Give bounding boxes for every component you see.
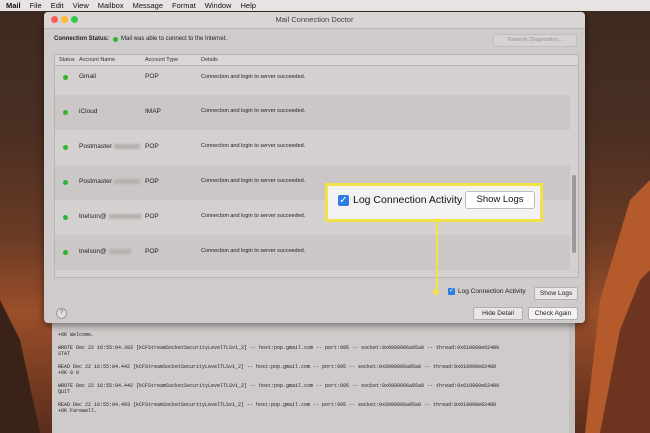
window-title: Mail Connection Doctor (275, 15, 354, 24)
log-line: WROTE Dec 22 16:55:04.393 [kCFStreamSock… (58, 345, 500, 351)
log-line: WROTE Dec 22 16:55:04.442 [kCFStreamSock… (58, 383, 500, 389)
status-ok-icon (63, 110, 68, 115)
table-scrollbar[interactable] (572, 175, 576, 253)
log-connection-activity-label: Log Connection Activity (458, 288, 526, 295)
callout-leader-dot (433, 289, 439, 295)
status-ok-icon (63, 215, 68, 220)
title-bar: Mail Connection Doctor (44, 12, 585, 29)
redacted-text (108, 248, 131, 254)
menu-view[interactable]: View (73, 1, 89, 10)
check-again-button[interactable]: Check Again (528, 307, 578, 320)
connection-doctor-window: Mail Connection Doctor Connection Status… (44, 12, 585, 323)
account-type: POP (145, 73, 159, 80)
account-name: tnelson@ (79, 213, 141, 220)
log-line: READ Dec 22 16:55:04.442 [kCFStreamSocke… (58, 364, 497, 370)
account-name: iCloud (79, 108, 98, 115)
column-account-name[interactable]: Account Name (79, 57, 115, 63)
column-details[interactable]: Details (201, 57, 218, 63)
account-type: IMAP (145, 108, 161, 115)
callout-leader-line (436, 218, 438, 291)
log-line: +OK Welcome. (58, 332, 95, 338)
column-status[interactable]: Status (59, 57, 75, 63)
redacted-text (113, 178, 140, 184)
log-connection-activity-checkbox[interactable]: ✓ Log Connection Activity (448, 288, 526, 295)
redacted-text (113, 143, 140, 149)
log-line: +OK 0 0 (58, 370, 80, 376)
table-header: Status Account Name Account Type Details (55, 55, 578, 66)
column-account-type[interactable]: Account Type (145, 57, 178, 63)
table-row[interactable]: Postmaster POP Connection and login to s… (55, 130, 570, 165)
zoom-callout: ✓ Log Connection Activity Show Logs (325, 183, 543, 222)
account-details: Connection and login to server succeeded… (201, 108, 306, 114)
checkmark-icon: ✓ (448, 288, 455, 295)
connection-status-label: Connection Status: (54, 36, 109, 42)
menu-format[interactable]: Format (172, 1, 196, 10)
account-name: tnelson@ (79, 248, 131, 255)
log-scrollbar[interactable] (569, 318, 575, 433)
menu-message[interactable]: Message (133, 1, 163, 10)
account-name: Postmaster (79, 143, 140, 150)
account-details: Connection and login to server succeeded… (201, 178, 306, 184)
status-ok-icon (63, 75, 68, 80)
help-button[interactable]: ? (56, 308, 67, 319)
callout-show-logs-button[interactable]: Show Logs (465, 191, 535, 209)
network-diagnostics-button[interactable]: Network Diagnostics... (493, 34, 577, 47)
log-line: QUIT (58, 389, 71, 395)
status-ok-icon (113, 36, 118, 42)
table-row[interactable]: tnelson@ POP Connection and login to ser… (55, 235, 570, 270)
log-line: STAT (58, 351, 71, 357)
account-type: POP (145, 143, 159, 150)
menu-app-mail[interactable]: Mail (6, 1, 21, 10)
account-type: POP (145, 178, 159, 185)
account-type: POP (145, 213, 159, 220)
menu-mailbox[interactable]: Mailbox (98, 1, 124, 10)
menu-file[interactable]: File (30, 1, 42, 10)
hide-detail-button[interactable]: Hide Detail (473, 307, 523, 320)
callout-checkbox-label: Log Connection Activity (353, 194, 463, 206)
table-row[interactable]: iCloud IMAP Connection and login to serv… (55, 95, 570, 130)
status-ok-icon (63, 145, 68, 150)
account-type: POP (145, 248, 159, 255)
menu-bar: Mail File Edit View Mailbox Message Form… (0, 0, 650, 11)
menu-window[interactable]: Window (205, 1, 232, 10)
menu-edit[interactable]: Edit (51, 1, 64, 10)
status-ok-icon (63, 180, 68, 185)
account-details: Connection and login to server succeeded… (201, 143, 306, 149)
log-line: READ Dec 22 16:55:04.493 [kCFStreamSocke… (58, 402, 497, 408)
redacted-text (108, 213, 141, 219)
menu-help[interactable]: Help (240, 1, 255, 10)
checkmark-icon[interactable]: ✓ (338, 195, 349, 206)
account-name: Postmaster (79, 178, 140, 185)
account-name: Gmail (79, 73, 96, 80)
accounts-table: Status Account Name Account Type Details… (54, 54, 579, 278)
log-line: +OK Farewell. (58, 408, 98, 414)
connection-status-text: Mail was able to connect to the Internet… (121, 36, 228, 42)
show-logs-button[interactable]: Show Logs (534, 287, 578, 300)
account-details: Connection and login to server succeeded… (201, 74, 306, 80)
status-ok-icon (63, 250, 68, 255)
connection-status: Connection Status: Mail was able to conn… (54, 36, 227, 42)
log-window: +OK Welcome. WROTE Dec 22 16:55:04.393 [… (52, 318, 575, 433)
account-details: Connection and login to server succeeded… (201, 213, 306, 219)
account-details: Connection and login to server succeeded… (201, 248, 306, 254)
